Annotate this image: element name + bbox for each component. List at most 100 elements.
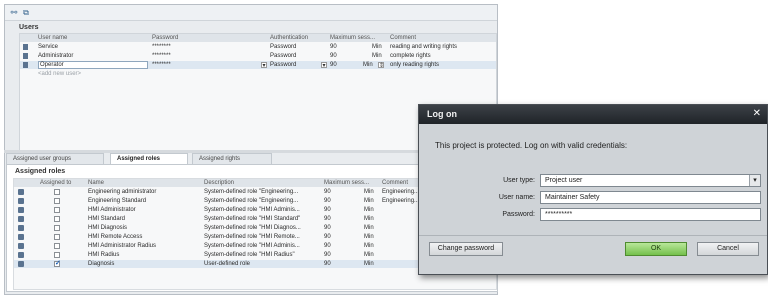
change-password-button[interactable]: Change password [429,242,503,256]
stepper-icon[interactable]: ⇕ [378,62,384,69]
max-session-cell[interactable]: 90 [330,43,350,51]
max-session-cell: 90 [324,234,331,240]
role-icon [18,225,24,231]
divider [419,235,767,236]
chevron-down-icon[interactable]: ▾ [321,62,327,69]
role-icon [18,198,24,204]
role-icon [18,207,24,213]
dialog-message: This project is protected. Log on with v… [435,141,628,150]
auth-cell[interactable]: Password [270,52,320,60]
max-session-cell: 90 [324,207,331,213]
assigned-checkbox[interactable] [54,260,61,268]
chevron-down-icon[interactable]: ▾ [749,175,760,186]
unit-cell: Min [363,62,373,68]
add-user-icon[interactable]: ⚯ [9,8,19,17]
assigned-checkbox[interactable] [54,216,60,222]
unit-cell: Min [364,225,374,231]
comment-cell[interactable]: reading and writing rights [390,43,498,51]
unit-cell: Min [364,198,374,204]
user-icon [23,62,28,68]
role-icon [18,243,24,249]
role-description-cell: System-defined role "HMI Remote... [204,234,300,240]
copy-icon[interactable]: ⧉ [21,8,31,17]
tab-assigned-rights[interactable]: Assigned rights [192,153,272,164]
role-name-cell: Engineering administrator [88,189,157,195]
table-row[interactable]: Operator ******** ▾ Password ▾ 90 Min ⇕ … [20,61,496,69]
user-name-field[interactable]: Maintainer Safety [540,191,761,204]
unit-cell: Min [364,252,374,258]
cancel-button[interactable]: Cancel [697,242,759,256]
unit-cell: Min [364,243,374,249]
column-header[interactable]: Maximum sess... [324,179,380,187]
auth-cell[interactable]: Password [270,61,320,69]
max-session-cell: 90 [324,225,331,231]
password-cell[interactable]: ******** [152,61,252,69]
user-type-value: Project user [545,177,583,184]
column-header[interactable]: Comment [390,34,490,42]
close-icon[interactable]: ✕ [753,108,761,119]
add-new-user[interactable]: <add new user> [38,70,148,78]
role-description-cell: System-defined role "HMI Adminis... [204,243,300,249]
role-name-cell: HMI Administrator [88,207,136,213]
role-name-cell: Diagnosis [88,261,115,267]
user-name-cell[interactable]: Administrator [38,52,148,60]
user-name-cell[interactable]: Operator [40,61,140,69]
role-description-cell: System-defined role "HMI Standard" [204,216,301,222]
column-header[interactable]: Maximum sess... [330,34,390,42]
role-name-cell: HMI Radius [88,252,120,258]
assigned-checkbox[interactable] [54,252,60,258]
comment-cell[interactable]: only reading rights [390,61,498,69]
unit-cell: Min [364,261,374,267]
max-session-cell: 90 [324,261,331,267]
comment-cell[interactable]: complete rights [390,52,498,60]
chevron-down-icon[interactable]: ▾ [261,62,267,69]
assigned-checkbox[interactable] [54,234,60,240]
assigned-checkbox[interactable] [54,189,60,195]
max-session-cell: 90 [324,216,331,222]
auth-cell[interactable]: Password [270,43,320,51]
table-row[interactable]: Administrator ******** Password 90 Min c… [20,52,496,60]
unit-cell: Min [364,216,374,222]
column-header[interactable]: User name [38,34,168,42]
column-header[interactable]: Name [88,179,198,187]
unit-cell: Min [364,189,374,195]
max-session-cell: 90 [324,198,331,204]
assigned-checkbox[interactable] [54,225,60,231]
column-header[interactable]: Assigned to [40,179,80,187]
role-description-cell: System-defined role "HMI Diagnos... [204,225,301,231]
tab-assigned-roles[interactable]: Assigned roles [110,153,188,164]
max-session-cell[interactable]: 90 [330,61,350,69]
column-header[interactable]: Password [152,34,262,42]
users-section-title: Users [19,24,39,31]
column-header[interactable]: Authentication [270,34,330,42]
ok-button[interactable]: OK [625,242,687,256]
tab-assigned-user-groups[interactable]: Assigned user groups [6,153,104,164]
role-name-cell: Engineering Standard [88,198,147,204]
password-cell[interactable]: ******** [152,43,252,51]
add-new-user-row[interactable]: <add new user> [20,70,496,78]
log-on-dialog: Log on ✕ This project is protected. Log … [418,104,768,275]
assigned-checkbox[interactable] [54,207,60,213]
dialog-titlebar[interactable]: Log on ✕ [419,105,767,124]
user-icon [23,53,28,59]
user-type-label: User type: [503,177,535,184]
roles-section-title: Assigned roles [15,168,66,175]
assigned-checkbox[interactable] [54,198,60,204]
max-session-cell: 90 [324,243,331,249]
table-row[interactable]: Service ******** Password 90 Min reading… [20,43,496,51]
user-type-select[interactable]: Project user ▾ [540,174,761,187]
column-header[interactable]: Description [204,179,314,187]
max-session-cell[interactable]: 90 [330,52,350,60]
role-name-cell: HMI Diagnosis [88,225,128,231]
user-name-label: User name: [498,194,535,201]
assigned-checkbox[interactable] [54,243,60,249]
role-icon [18,261,24,267]
password-field[interactable]: ********** [540,208,761,221]
users-table-header: User name Password Authentication Maximu… [20,34,496,42]
role-icon [18,234,24,240]
unit-cell: Min [364,234,374,240]
max-session-cell: 90 [324,189,331,195]
role-name-cell: HMI Standard [88,216,126,222]
user-name-cell[interactable]: Service [38,43,148,51]
password-cell[interactable]: ******** [152,52,252,60]
